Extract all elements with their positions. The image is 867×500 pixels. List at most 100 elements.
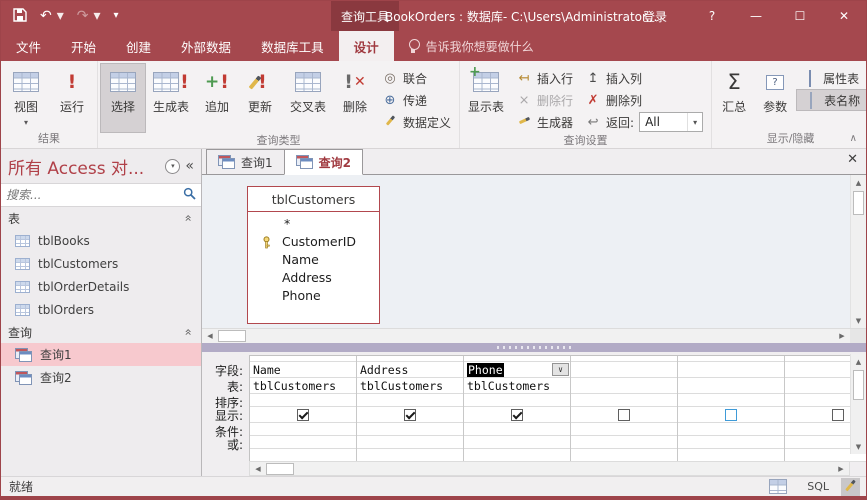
shutter-bar-close-icon[interactable]: «: [185, 158, 194, 174]
nav-section-tables[interactable]: 表 «: [1, 207, 201, 229]
or-cell[interactable]: [357, 436, 464, 449]
collapse-queries-icon[interactable]: «: [181, 328, 195, 335]
delete-columns-button[interactable]: ✗ 删除列: [579, 89, 709, 111]
pane-splitter[interactable]: [202, 343, 866, 352]
collapse-ribbon-icon[interactable]: ∧: [850, 133, 857, 144]
show-checkbox-checked[interactable]: [404, 409, 416, 421]
field-phone[interactable]: Phone: [248, 287, 379, 305]
show-checkbox-unchecked[interactable]: [725, 409, 737, 421]
nav-item-tblOrders[interactable]: tblOrders: [1, 298, 201, 321]
doc-tab-query1[interactable]: 查询1: [206, 149, 285, 174]
sort-cell[interactable]: [250, 394, 357, 407]
union-button[interactable]: ◎ 联合: [376, 67, 457, 89]
show-checkbox-unchecked[interactable]: [832, 409, 844, 421]
table-cell[interactable]: [678, 378, 785, 394]
table-names-button[interactable]: 表名称: [796, 89, 866, 111]
scroll-down-icon[interactable]: ▼: [851, 439, 866, 454]
append-button[interactable]: +! 追加: [196, 63, 238, 133]
show-checkbox-checked[interactable]: [297, 409, 309, 421]
field-list-tblCustomers[interactable]: tblCustomers * CustomerID Name Address P…: [247, 186, 380, 324]
scroll-up-icon[interactable]: ▲: [851, 354, 866, 369]
nav-item-tblOrderDetails[interactable]: tblOrderDetails: [1, 275, 201, 298]
search-icon[interactable]: [183, 187, 196, 203]
nav-menu-dropdown-icon[interactable]: ▾: [165, 158, 181, 174]
datasheet-view-button[interactable]: [761, 478, 795, 496]
scroll-down-icon[interactable]: ▼: [851, 313, 866, 328]
select-query-button[interactable]: 选择: [100, 63, 146, 133]
criteria-cell[interactable]: [571, 423, 678, 436]
scroll-left-icon[interactable]: ◀: [250, 462, 266, 476]
table-cell[interactable]: [571, 378, 678, 394]
diagram-vertical-scrollbar[interactable]: ▲ ▼: [850, 175, 866, 328]
navigation-pane-header[interactable]: 所有 Access 对... ▾ «: [1, 149, 201, 183]
return-combo-dropdown-icon[interactable]: ▾: [687, 113, 702, 131]
pass-through-button[interactable]: ⊕ 传递: [376, 89, 457, 111]
nav-item-query2[interactable]: 查询2: [1, 366, 201, 389]
help-button[interactable]: ?: [690, 1, 734, 31]
tab-external-data[interactable]: 外部数据: [166, 31, 246, 61]
view-button[interactable]: 视图 ▾: [3, 63, 49, 131]
diagram-horizontal-scrollbar[interactable]: ◀ ▶: [202, 328, 866, 343]
field-name[interactable]: Name: [248, 251, 379, 269]
table-cell[interactable]: tblCustomers: [357, 378, 464, 394]
search-input[interactable]: [6, 188, 179, 202]
nav-section-queries[interactable]: 查询 «: [1, 321, 201, 343]
undo-dropdown-icon[interactable]: ▾: [57, 9, 64, 23]
or-cell[interactable]: [464, 436, 571, 449]
sort-cell[interactable]: [678, 394, 785, 407]
or-cell[interactable]: [678, 436, 785, 449]
undo-icon[interactable]: ↶: [40, 9, 52, 23]
criteria-cell[interactable]: [357, 423, 464, 436]
field-address[interactable]: Address: [248, 269, 379, 287]
table-cell[interactable]: tblCustomers: [250, 378, 357, 394]
field-cell[interactable]: Address: [357, 362, 464, 378]
table-cell[interactable]: tblCustomers: [464, 378, 571, 394]
grid-vertical-scrollbar[interactable]: ▲ ▼: [850, 354, 866, 454]
criteria-cell[interactable]: [250, 423, 357, 436]
field-cell[interactable]: Name: [250, 362, 357, 378]
show-checkbox-unchecked[interactable]: [618, 409, 630, 421]
sql-view-button[interactable]: SQL: [799, 478, 837, 496]
insert-rows-button[interactable]: ↤ 插入行: [510, 67, 579, 89]
scrollbar-thumb[interactable]: [266, 462, 294, 475]
collapse-tables-icon[interactable]: «: [181, 214, 195, 221]
nav-search-box[interactable]: [1, 183, 201, 207]
tab-file[interactable]: 文件: [1, 31, 56, 61]
scrollbar-thumb[interactable]: [853, 370, 864, 400]
or-cell[interactable]: [571, 436, 678, 449]
scroll-right-icon[interactable]: ▶: [833, 462, 849, 476]
property-sheet-button[interactable]: 属性表: [796, 67, 866, 89]
sign-in-button[interactable]: 登录: [620, 1, 690, 31]
doc-tab-query2[interactable]: 查询2: [283, 149, 363, 175]
show-checkbox-checked[interactable]: [511, 409, 523, 421]
tab-create[interactable]: 创建: [111, 31, 166, 61]
design-view-button[interactable]: [841, 477, 860, 496]
run-button[interactable]: ! 运行: [49, 63, 95, 131]
or-cell[interactable]: [250, 436, 357, 449]
scroll-right-icon[interactable]: ▶: [834, 329, 850, 343]
scrollbar-thumb[interactable]: [218, 330, 246, 342]
crosstab-button[interactable]: 交叉表: [282, 63, 334, 133]
close-document-icon[interactable]: ✕: [847, 153, 858, 166]
maximize-button[interactable]: ☐: [778, 1, 822, 31]
field-list-title[interactable]: tblCustomers: [248, 187, 379, 212]
customize-quick-access-icon[interactable]: ▾: [114, 11, 119, 21]
tab-design[interactable]: 设计: [338, 31, 394, 61]
tab-database-tools[interactable]: 数据库工具: [246, 31, 339, 61]
field-all-columns[interactable]: *: [248, 215, 379, 233]
scroll-up-icon[interactable]: ▲: [851, 175, 866, 190]
scroll-left-icon[interactable]: ◀: [202, 329, 218, 343]
minimize-button[interactable]: —: [734, 1, 778, 31]
nav-item-tblCustomers[interactable]: tblCustomers: [1, 252, 201, 275]
tab-home[interactable]: 开始: [56, 31, 111, 61]
sort-cell[interactable]: [571, 394, 678, 407]
builder-button[interactable]: 生成器: [510, 111, 579, 133]
grid-horizontal-scrollbar[interactable]: ◀ ▶: [249, 461, 850, 476]
update-button[interactable]: ! 更新: [238, 63, 282, 133]
parameters-button[interactable]: ? 参数: [754, 63, 796, 131]
make-table-button[interactable]: ! 生成表: [146, 63, 196, 133]
field-customerid[interactable]: CustomerID: [248, 233, 379, 251]
criteria-cell[interactable]: [678, 423, 785, 436]
nav-item-tblBooks[interactable]: tblBooks: [1, 229, 201, 252]
delete-query-button[interactable]: ! ✕ 删除: [334, 63, 376, 133]
